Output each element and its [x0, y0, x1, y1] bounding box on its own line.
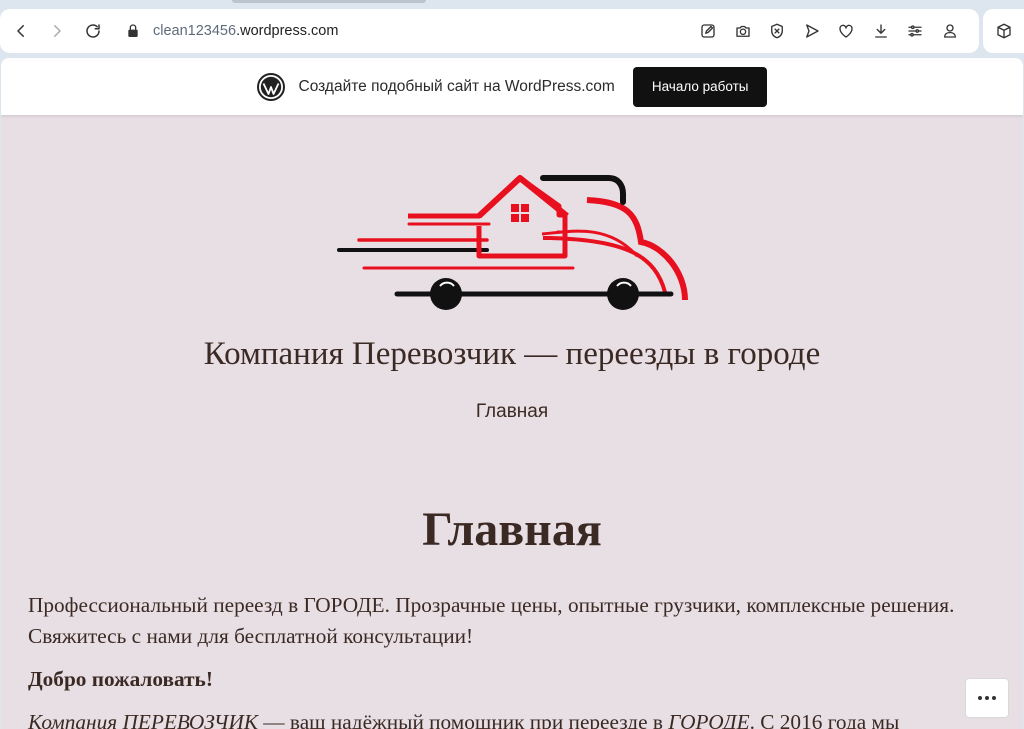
- browser-toolbar: clean123456 .wordpress.com: [0, 9, 979, 53]
- get-started-button[interactable]: Начало работы: [632, 66, 768, 107]
- welcome-heading: Добро пожаловать!: [28, 667, 213, 691]
- send-button[interactable]: [795, 14, 830, 48]
- lock-icon: [128, 24, 138, 37]
- screenshot-button[interactable]: [726, 14, 761, 48]
- address-bar[interactable]: clean123456 .wordpress.com: [125, 23, 338, 39]
- site-logo[interactable]: [337, 172, 689, 314]
- url-subdomain: clean123456: [153, 23, 237, 39]
- download-icon: [874, 24, 887, 38]
- site-title[interactable]: Компания Перевозчик — переезды в городе: [1, 336, 1023, 373]
- settings-sliders-icon: [908, 25, 922, 37]
- edit-button[interactable]: [691, 14, 726, 48]
- edit-icon: [701, 24, 715, 38]
- profile-button[interactable]: [933, 14, 968, 48]
- profile-icon: [943, 24, 956, 38]
- ellipsis-dot: [978, 696, 982, 700]
- send-icon: [805, 24, 819, 38]
- forward-icon: [54, 25, 61, 37]
- ellipsis-dot: [992, 696, 996, 700]
- more-options-button[interactable]: [965, 678, 1009, 718]
- downloads-button[interactable]: [864, 14, 899, 48]
- body-text-end: . С 2016 года мы: [749, 710, 900, 729]
- favorites-button[interactable]: [829, 14, 864, 48]
- extensions-button[interactable]: [983, 9, 1024, 53]
- back-icon: [17, 25, 24, 37]
- intro-paragraph: Профессиональный переезд в ГОРОДЕ. Прозр…: [28, 593, 955, 648]
- heart-icon: [839, 24, 853, 38]
- nav-item-home[interactable]: Главная: [1, 401, 1023, 423]
- shield-button[interactable]: [760, 14, 795, 48]
- body-text-mid: — ваш надёжный помощник при переезде в: [257, 710, 669, 729]
- forward-button[interactable]: [39, 13, 75, 49]
- active-tab-edge[interactable]: [232, 0, 426, 3]
- company-name-em: Компания ПЕРЕВОЗЧИК: [28, 710, 258, 729]
- web-page: Создайте подобный сайт на WordPress.com …: [1, 58, 1023, 729]
- shield-icon: [771, 23, 784, 39]
- reload-button[interactable]: [75, 13, 111, 49]
- page-content: Профессиональный переезд в ГОРОДЕ. Прозр…: [28, 590, 998, 729]
- promo-text: Создайте подобный сайт на WordPress.com: [298, 77, 615, 95]
- wordpress-logo-icon[interactable]: [256, 72, 285, 101]
- back-button[interactable]: [3, 13, 39, 49]
- reload-icon: [86, 24, 100, 38]
- camera-icon: [736, 25, 750, 37]
- wordpress-promo-banner: Создайте подобный сайт на WordPress.com …: [1, 58, 1023, 115]
- body-paragraph: Компания ПЕРЕВОЗЧИК — ваш надёжный помощ…: [28, 707, 998, 729]
- url-domain: .wordpress.com: [236, 23, 339, 39]
- tab-strip: [0, 0, 1024, 9]
- city-em: ГОРОДЕ: [668, 710, 750, 729]
- ellipsis-dot: [985, 696, 989, 700]
- extension-cube-icon: [996, 23, 1011, 39]
- page-title: Главная: [422, 503, 602, 556]
- settings-button[interactable]: [898, 14, 933, 48]
